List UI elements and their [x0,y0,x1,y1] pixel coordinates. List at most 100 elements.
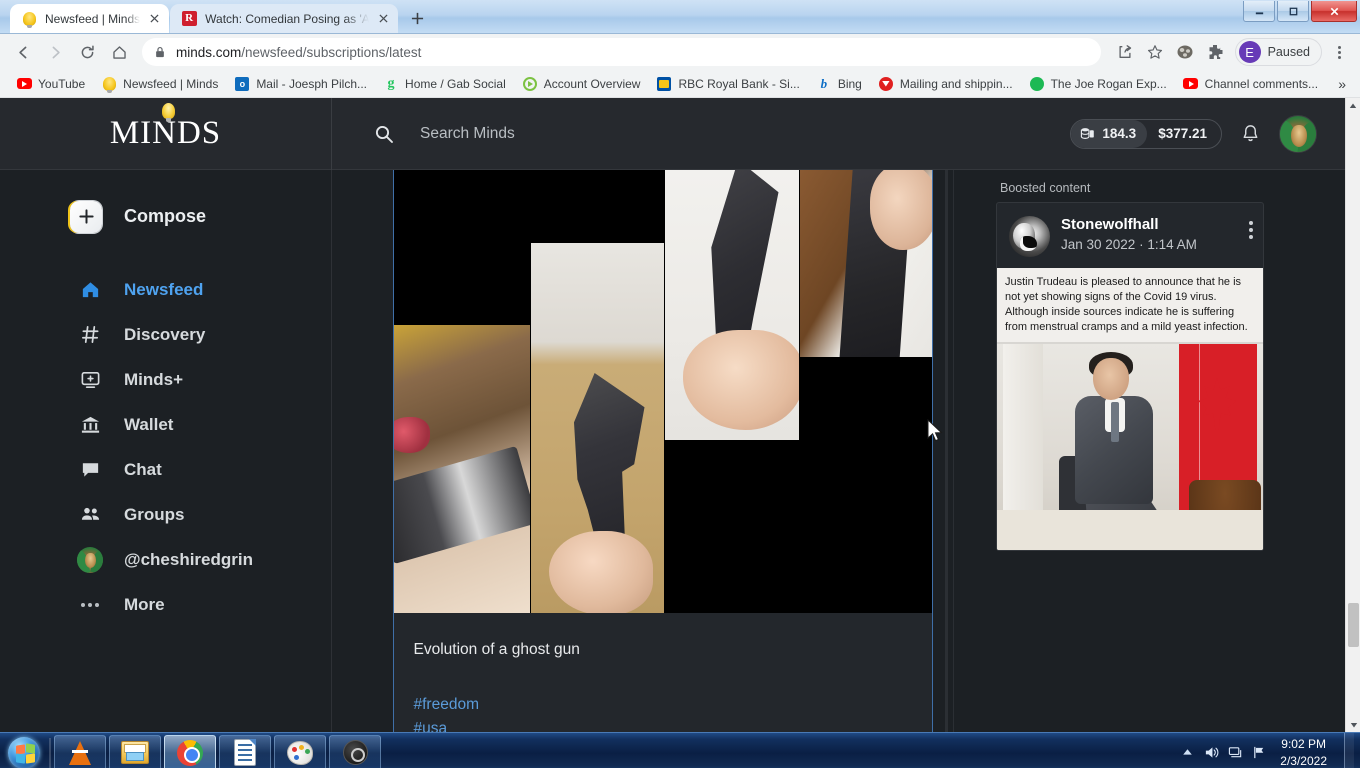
boosted-post-header: Stonewolfhall Jan 30 2022 · 1:14 AM [997,203,1263,268]
scroll-down-arrow-icon[interactable] [1346,717,1360,732]
sidebar-item-label: Discovery [124,324,206,344]
tab-close-icon[interactable] [375,10,392,27]
bookmark-gab-social[interactable]: g Home / Gab Social [375,73,514,95]
search-bar[interactable] [332,124,1070,144]
bookmark-joe-rogan-experience[interactable]: The Joe Rogan Exp... [1021,73,1175,95]
token-balance[interactable]: 184.3 [1071,119,1148,148]
hashtag-link[interactable]: #usa [414,717,912,732]
boosted-post-author[interactable]: Stonewolfhall [1061,216,1238,235]
sidebar-item-profile[interactable]: @cheshiredgrin [0,537,331,582]
sidebar-item-chat[interactable]: Chat [0,447,331,492]
bell-icon[interactable] [1240,123,1261,144]
toolbar-actions: E Paused [1111,38,1352,66]
minds-bulb-icon [101,76,117,93]
post-hashtags: #freedom #usa [414,693,912,732]
minimize-button[interactable] [1243,1,1275,22]
search-input[interactable] [420,124,840,143]
address-bar[interactable]: minds.com/newsfeed/subscriptions/latest [142,38,1101,66]
sidebar-item-compose[interactable]: Compose [0,194,331,239]
tab-title: Watch: Comedian Posing as 'Ant [205,11,370,26]
windows-start-orb[interactable] [2,734,46,768]
taskbar-item-vlc-media-player[interactable] [54,734,106,768]
sidebar-item-label: Groups [124,504,185,524]
boosted-post-image[interactable]: Justin Trudeau is pleased to announce th… [997,268,1263,550]
volume-icon[interactable] [1204,745,1219,760]
post-media-collage[interactable] [393,170,932,613]
browser-window: Newsfeed | Minds R Watch: Comedian Posin… [0,0,1360,768]
show-desktop-button[interactable] [1344,732,1354,768]
sidebar-item-minds-plus[interactable]: Minds+ [0,357,331,402]
feed-scrollbar[interactable] [942,170,953,732]
boosted-content-label: Boosted content [1000,181,1091,195]
right-sidebar: Boosted content Stonewolfhall Jan 30 202… [953,170,1345,732]
taskbar-item-file-explorer[interactable] [109,734,161,768]
avatar[interactable] [1279,114,1317,153]
taskbar-item-paint[interactable] [274,734,326,768]
scrollbar-thumb[interactable] [1348,603,1359,647]
film-extension-icon[interactable] [1171,38,1199,66]
page-scrollbar[interactable] [1345,98,1360,732]
puzzle-extension-icon[interactable] [1201,38,1229,66]
window-controls [1243,0,1360,26]
bookmarks-bar: YouTube Newsfeed | Minds o Mail - Joesph… [0,70,1360,98]
new-tab-button[interactable] [402,4,432,33]
sidebar-item-newsfeed[interactable]: Newsfeed [0,267,331,312]
bookmarks-overflow-button[interactable]: » [1332,74,1352,94]
back-button[interactable] [8,37,38,67]
hashtag-link[interactable]: #freedom [414,693,912,718]
chrome-icon [177,739,203,766]
scroll-up-arrow-icon[interactable] [1346,98,1360,113]
bookmark-star-icon[interactable] [1141,38,1169,66]
bookmark-youtube[interactable]: YouTube [8,73,93,95]
bookmark-channel-comments[interactable]: Channel comments... [1175,73,1326,95]
bookmark-mail-joesph-pilch[interactable]: o Mail - Joesph Pilch... [226,73,375,95]
home-button[interactable] [104,37,134,67]
bookmark-newsfeed-minds[interactable]: Newsfeed | Minds [93,73,226,95]
chrome-profile-button[interactable]: E Paused [1234,38,1322,66]
bookmark-mailing-and-shipping[interactable]: Mailing and shippin... [870,73,1021,95]
file-explorer-icon [121,741,149,764]
maximize-button[interactable] [1277,1,1309,22]
reload-button[interactable] [72,37,102,67]
minds-logo[interactable]: MINDS [0,98,332,170]
bookmark-label: Account Overview [543,76,641,91]
bookmark-bing[interactable]: b Bing [808,73,870,95]
header-actions: 184.3 $377.21 [1070,114,1345,153]
action-flag-icon[interactable] [1252,745,1267,760]
vlc-icon [69,740,91,765]
tokens-icon [1081,128,1095,139]
clock-time: 9:02 PM [1281,737,1326,752]
hashtag-icon [78,324,102,345]
bookmark-label: Home / Gab Social [405,76,506,91]
wallet-balance-pill[interactable]: 184.3 $377.21 [1070,118,1222,149]
sidebar-item-discovery[interactable]: Discovery [0,312,331,357]
network-icon[interactable] [1228,745,1243,760]
taskbar-item-google-chrome[interactable] [164,734,216,768]
close-button[interactable] [1311,1,1357,22]
sidebar-item-more[interactable]: More [0,582,331,627]
bookmark-rbc-royal-bank[interactable]: RBC Royal Bank - Si... [648,73,807,95]
collage-pane [799,170,932,357]
browser-tab-watch-comedian[interactable]: R Watch: Comedian Posing as 'Ant [170,4,399,33]
bookmark-label: Mailing and shippin... [899,76,1013,91]
show-hidden-icons-icon[interactable] [1180,745,1195,760]
forward-button[interactable] [40,37,70,67]
sidebar-item-wallet[interactable]: Wallet [0,402,331,447]
taskbar-item-document-editor[interactable] [219,734,271,768]
tab-close-icon[interactable] [146,10,163,27]
taskbar-item-obs-studio[interactable] [329,734,381,768]
share-icon[interactable] [1111,38,1139,66]
boosted-post-card[interactable]: Stonewolfhall Jan 30 2022 · 1:14 AM Just… [996,202,1264,551]
chrome-menu-icon[interactable] [1326,38,1352,66]
plus-screen-icon [78,369,102,390]
bookmark-label: RBC Royal Bank - Si... [678,76,800,91]
bookmark-account-overview[interactable]: Account Overview [514,73,649,95]
boosted-post-avatar[interactable] [1009,216,1050,257]
kebab-menu-icon[interactable] [1249,216,1253,239]
browser-tab-newsfeed-minds[interactable]: Newsfeed | Minds [10,4,170,33]
taskbar-clock[interactable]: 9:02 PM 2/3/2022 [1276,736,1335,768]
profile-avatar: E [1238,41,1261,63]
sidebar-item-groups[interactable]: Groups [0,492,331,537]
home-icon [78,279,102,300]
groups-icon [78,504,102,525]
